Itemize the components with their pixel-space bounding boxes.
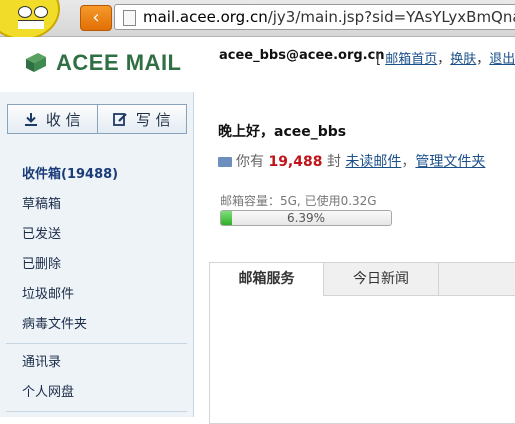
service-tabs: 邮箱服务 今日新闻 <box>209 262 515 424</box>
quota-progress-bar: 6.39% <box>220 210 392 226</box>
sidebar-item-virus[interactable]: 病毒文件夹 <box>0 310 193 340</box>
write-mail-label: 写 信 <box>135 110 171 129</box>
bracket: [ <box>376 52 382 67</box>
sidebar-item-personal-disk[interactable]: 个人网盘 <box>0 378 193 408</box>
address-bar[interactable]: mail.acee.org.cn/jy3/main.jsp?sid=YAsYLy… <box>114 4 515 30</box>
browser-toolbar: ‹ mail.acee.org.cn/jy3/main.jsp?sid=YAsY… <box>0 0 515 40</box>
sidebar-item-sent[interactable]: 已发送 <box>0 220 193 250</box>
main-panel: 晚上好，acee_bbs 你有 19,488 封 未读邮件，管理文件夹 邮箱容量… <box>194 92 515 424</box>
tab-today-news[interactable]: 今日新闻 <box>324 263 439 295</box>
sidebar-item-contacts[interactable]: 通讯录 <box>0 348 193 378</box>
sidebar-item-deleted[interactable]: 已删除 <box>0 250 193 280</box>
acee-logo-icon <box>26 53 46 72</box>
url-host: mail.acee.org.cn <box>143 8 268 26</box>
folder-nav: 收件箱(19488) 草稿箱 已发送 已删除 垃圾邮件 病毒文件夹 通讯录 个人… <box>0 160 193 416</box>
logout-link[interactable]: 退出 <box>489 52 515 67</box>
receive-mail-button[interactable]: 收 信 <box>7 104 98 134</box>
sidebar: 收 信 写 信 收件箱(19488) 草稿箱 已发送 已删除 垃圾邮件 病毒文件… <box>0 92 194 417</box>
separator: ， <box>476 52 490 67</box>
envelope-icon <box>218 157 232 167</box>
change-skin-link[interactable]: 换肤 <box>450 52 476 67</box>
mailbox-home-link[interactable]: 邮箱首页 <box>385 52 437 67</box>
divider <box>6 411 187 412</box>
separator: ， <box>437 52 451 67</box>
url-path: /jy3/main.jsp?sid=YAsYLyxBmQnaw <box>267 8 515 26</box>
download-icon <box>24 113 37 126</box>
edit-icon <box>112 112 127 126</box>
sidebar-item-drafts[interactable]: 草稿箱 <box>0 190 193 220</box>
manage-folders-link[interactable]: 管理文件夹 <box>415 154 485 170</box>
write-mail-button[interactable]: 写 信 <box>97 104 187 134</box>
receive-mail-label: 收 信 <box>45 110 81 129</box>
sidebar-item-junk[interactable]: 垃圾邮件 <box>0 280 193 310</box>
sidebar-item-inbox[interactable]: 收件箱(19488) <box>0 160 193 190</box>
url-text: mail.acee.org.cn/jy3/main.jsp?sid=YAsYLy… <box>143 8 515 26</box>
header-links: [ 邮箱首页，换肤，退出 <box>376 48 515 67</box>
profile-avatar-icon[interactable] <box>0 0 60 40</box>
unread-summary: 你有 19,488 封 未读邮件，管理文件夹 <box>218 151 485 171</box>
unread-mail-link[interactable]: 未读邮件 <box>345 154 401 170</box>
unread-count: 19,488 <box>268 154 323 170</box>
mail-header: ACEE MAIL acee_bbs@acee.org.cn [ 邮箱首页，换肤… <box>0 37 515 92</box>
page-icon <box>123 10 136 26</box>
divider <box>6 343 187 344</box>
comma: ， <box>401 154 416 170</box>
quota-label: 邮箱容量：5G, 已使用0.32G <box>220 194 377 208</box>
tab-mail-service[interactable]: 邮箱服务 <box>210 263 324 296</box>
compose-bar: 收 信 写 信 <box>7 104 187 134</box>
you-have-text: 你有 <box>236 154 264 170</box>
unit-text: 封 <box>326 154 341 170</box>
logo-text: ACEE MAIL <box>56 50 182 75</box>
quota-percent: 6.39% <box>286 211 326 225</box>
tab-strip: 邮箱服务 今日新闻 <box>210 263 515 296</box>
greeting: 晚上好，acee_bbs <box>218 124 347 140</box>
user-email: acee_bbs@acee.org.cn <box>219 48 385 63</box>
back-button[interactable]: ‹ <box>80 5 112 31</box>
